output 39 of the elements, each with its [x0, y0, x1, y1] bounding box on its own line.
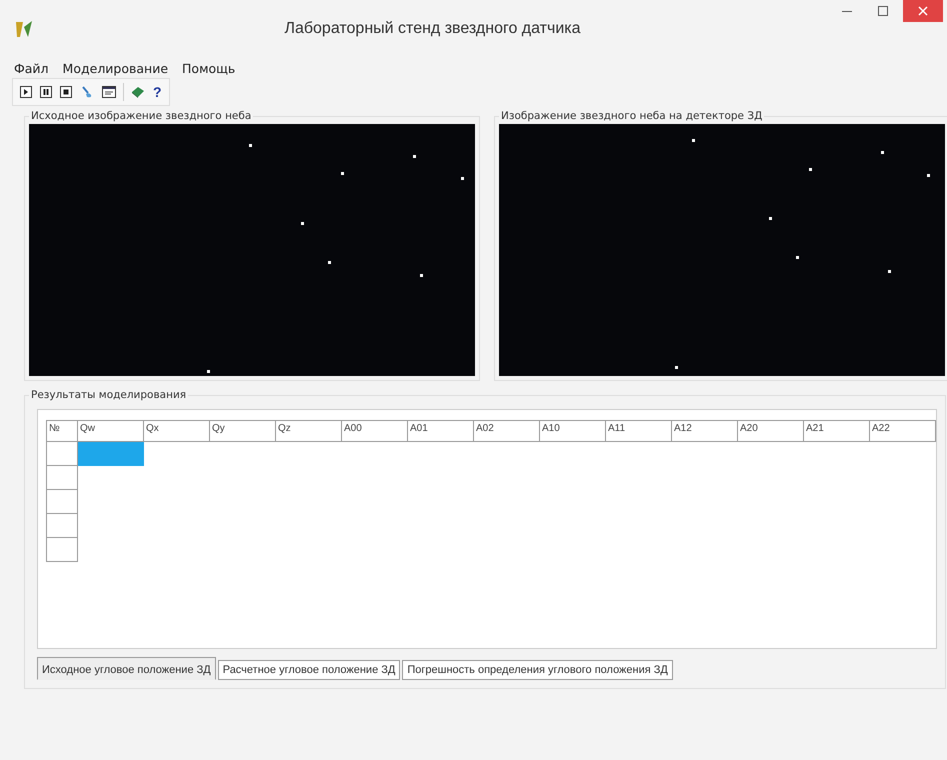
column-header[interactable]: A01 — [408, 420, 474, 442]
column-header[interactable]: A02 — [474, 420, 540, 442]
column-header[interactable]: № — [46, 420, 78, 442]
group-title: Изображение звездного неба на детекторе ЗД — [500, 110, 764, 122]
window-icon[interactable] — [101, 85, 117, 99]
close-icon — [918, 6, 928, 16]
row-header[interactable] — [46, 538, 78, 562]
column-header[interactable]: Qz — [276, 420, 342, 442]
tab[interactable]: Исходное угловое положение ЗД — [37, 657, 216, 680]
modeling-menu[interactable]: Моделирование — [62, 60, 168, 76]
column-header[interactable]: A12 — [672, 420, 738, 442]
column-header[interactable]: A00 — [342, 420, 408, 442]
maximize-icon — [878, 6, 888, 16]
row-header[interactable] — [46, 466, 78, 490]
close-button[interactable] — [903, 0, 943, 22]
help-menu[interactable]: Помощь — [182, 60, 236, 76]
row-header[interactable] — [46, 490, 78, 514]
file-menu[interactable]: Файл — [14, 60, 49, 76]
column-header[interactable]: A22 — [870, 420, 936, 442]
column-header[interactable]: Qx — [144, 420, 210, 442]
tab[interactable]: Расчетное угловое положение ЗД — [218, 660, 400, 680]
group-title: Исходное изображение звездного неба — [30, 110, 252, 122]
play-icon[interactable] — [19, 85, 33, 99]
book-icon[interactable] — [130, 85, 146, 99]
pause-icon[interactable] — [39, 85, 53, 99]
column-header[interactable]: A21 — [804, 420, 870, 442]
selected-cell[interactable] — [78, 442, 144, 466]
column-header[interactable]: Qy — [210, 420, 276, 442]
app-icon — [14, 19, 34, 39]
stop-icon[interactable] — [59, 85, 73, 99]
group-title: Результаты моделирования — [30, 389, 188, 401]
tab[interactable]: Погрешность определения углового положения ЗД — [402, 660, 673, 680]
help-button[interactable]: ? — [152, 83, 163, 101]
column-header[interactable]: A11 — [606, 420, 672, 442]
window-title: Лабораторный стенд звездного датчика — [283, 20, 582, 38]
column-header[interactable]: A20 — [738, 420, 804, 442]
row-header[interactable] — [46, 514, 78, 538]
minimize-icon — [842, 10, 852, 12]
column-header[interactable]: A10 — [540, 420, 606, 442]
